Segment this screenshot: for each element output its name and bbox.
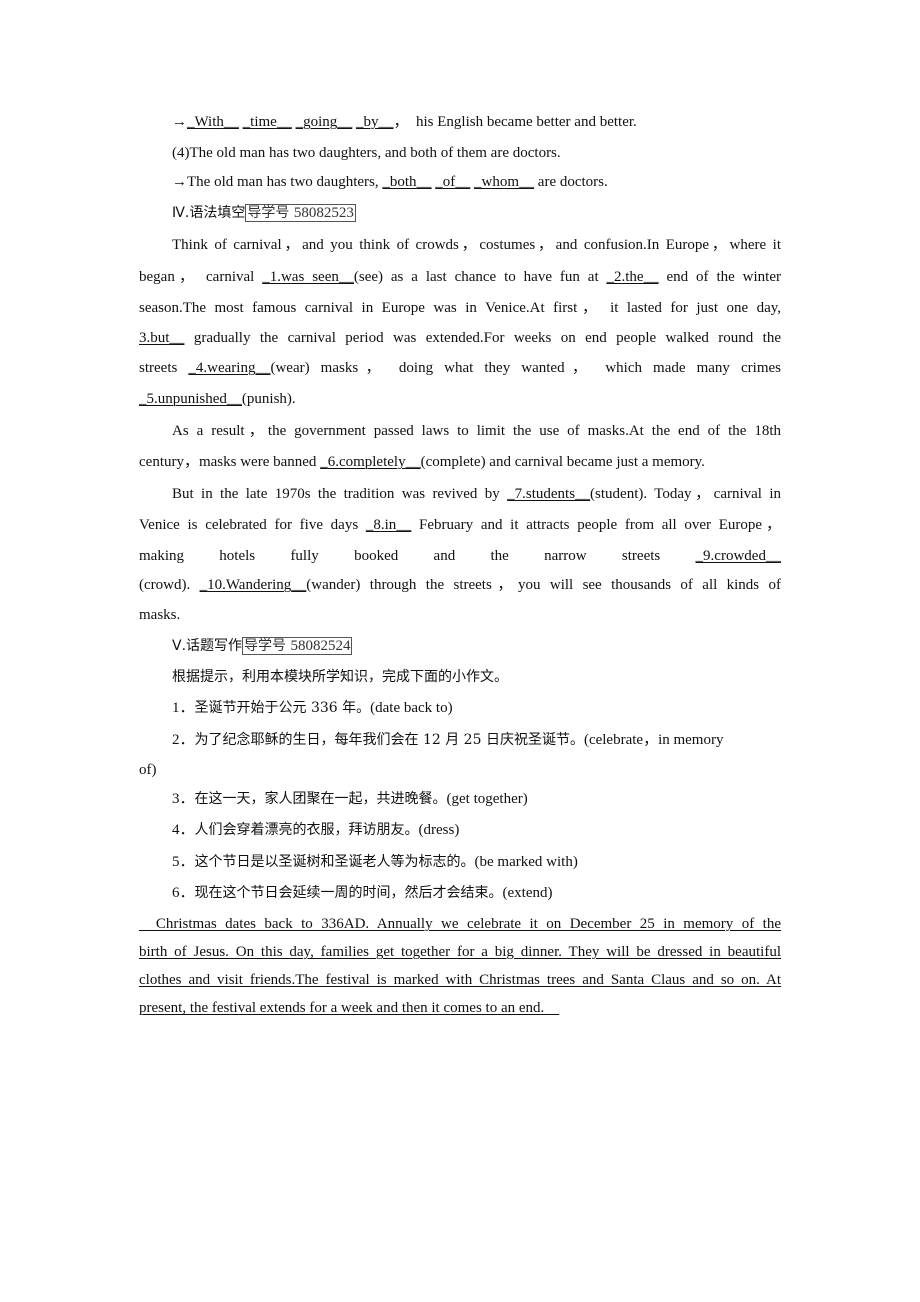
- prompt-item: 5．这个节日是以圣诞树和圣诞老人等为标志的。(be marked with): [172, 854, 578, 870]
- section-4-heading: Ⅳ.语法填空 导学号 58082523: [172, 204, 356, 222]
- essay-answer-line: Christmas dates back to 336AD. Annually …: [139, 916, 781, 932]
- answer-blank: _time__: [242, 114, 292, 130]
- answer-blank-10: _10.Wandering__: [199, 577, 307, 593]
- guide-number-box: 导学号 58082523: [245, 204, 356, 222]
- guide-number-box: 导学号 58082524: [242, 637, 353, 655]
- instruction: 根据提示，利用本模块所学知识，完成下面的小作文。: [172, 669, 508, 685]
- section-5-heading: Ⅴ.话题写作 导学号 58082524: [172, 637, 353, 655]
- prompt-item: 4．人们会穿着漂亮的衣服，拜访朋友。(dress): [172, 822, 460, 838]
- answer-blank-7: _7.students__: [507, 486, 591, 502]
- answer-blank: _going__: [295, 114, 353, 130]
- essay-answer-line: birth of Jesus. On this day, families ge…: [139, 944, 781, 960]
- answer-blank-6: _6.completely__: [320, 454, 421, 470]
- answer-blank-5: _5.unpunished__: [139, 391, 242, 407]
- paragraph-line: 3.but__ gradually the carnival period wa…: [139, 330, 781, 346]
- essay-answer-line: present, the festival extends for a week…: [139, 1000, 560, 1016]
- answer-blank: _of__: [435, 174, 471, 190]
- prompt-item: 2．为了纪念耶稣的生日，每年我们会在 12 月 25 日庆祝圣诞节。(celeb…: [172, 732, 724, 748]
- paragraph-line: Think of carnival，and you think of crowd…: [172, 237, 781, 253]
- paragraph-line: (crowd). _10.Wandering__(wander) through…: [139, 577, 781, 593]
- prompt-item-cont: of): [139, 762, 157, 778]
- paragraph-line: But in the late 1970s the tradition was …: [172, 486, 781, 502]
- answer-blank: _both__: [382, 174, 432, 190]
- answer-blank-2: _2.the__: [606, 269, 659, 285]
- rewrite-answer-3: →_With__ _time__ _going__ _by__， his Eng…: [172, 114, 637, 130]
- paragraph-line: season.The most famous carnival in Europ…: [139, 300, 781, 316]
- prompt-item: 1．圣诞节开始于公元 336 年。(date back to): [172, 700, 453, 716]
- paragraph-line: streets _4.wearing__(wear) masks， doing …: [139, 360, 781, 376]
- paragraph-line: masks.: [139, 607, 181, 623]
- paragraph-line: _5.unpunished__(punish).: [139, 391, 296, 407]
- paragraph-line: began， carnival _1.was seen__(see) as a …: [139, 269, 781, 285]
- paragraph-line: century，masks were banned _6.completely_…: [139, 454, 705, 470]
- answer-blank-1: _1.was seen__: [262, 269, 354, 285]
- paragraph-line: making hotels fully booked and the narrow stree…: [139, 545, 781, 567]
- answer-blank: _whom__: [474, 174, 535, 190]
- answer-blank-4: _4.wearing__: [188, 360, 271, 376]
- answer-blank: _With__: [187, 114, 239, 130]
- arrow-icon: →: [172, 174, 187, 190]
- essay-answer-line: clothes and visit friends.The festival i…: [139, 972, 781, 988]
- prompt-item: 3．在这一天，家人团聚在一起，共进晚餐。(get together): [172, 791, 528, 807]
- prompt-item: 6．现在这个节日会延续一周的时间，然后才会结束。(extend): [172, 885, 553, 901]
- answer-blank: _by__: [356, 114, 394, 130]
- paragraph-line: Venice is celebrated for five days _8.in…: [139, 517, 781, 533]
- arrow-icon: →: [172, 114, 187, 130]
- answer-blank-8: _8.in__: [365, 517, 412, 533]
- answer-blank-3: 3.but__: [139, 330, 185, 346]
- answer-blank-9: _9.crowded__: [695, 548, 781, 564]
- paragraph-line: As a result，the government passed laws t…: [172, 423, 781, 439]
- rewrite-answer-4: →The old man has two daughters, _both__ …: [172, 174, 608, 190]
- question-4: (4)The old man has two daughters, and bo…: [172, 145, 561, 161]
